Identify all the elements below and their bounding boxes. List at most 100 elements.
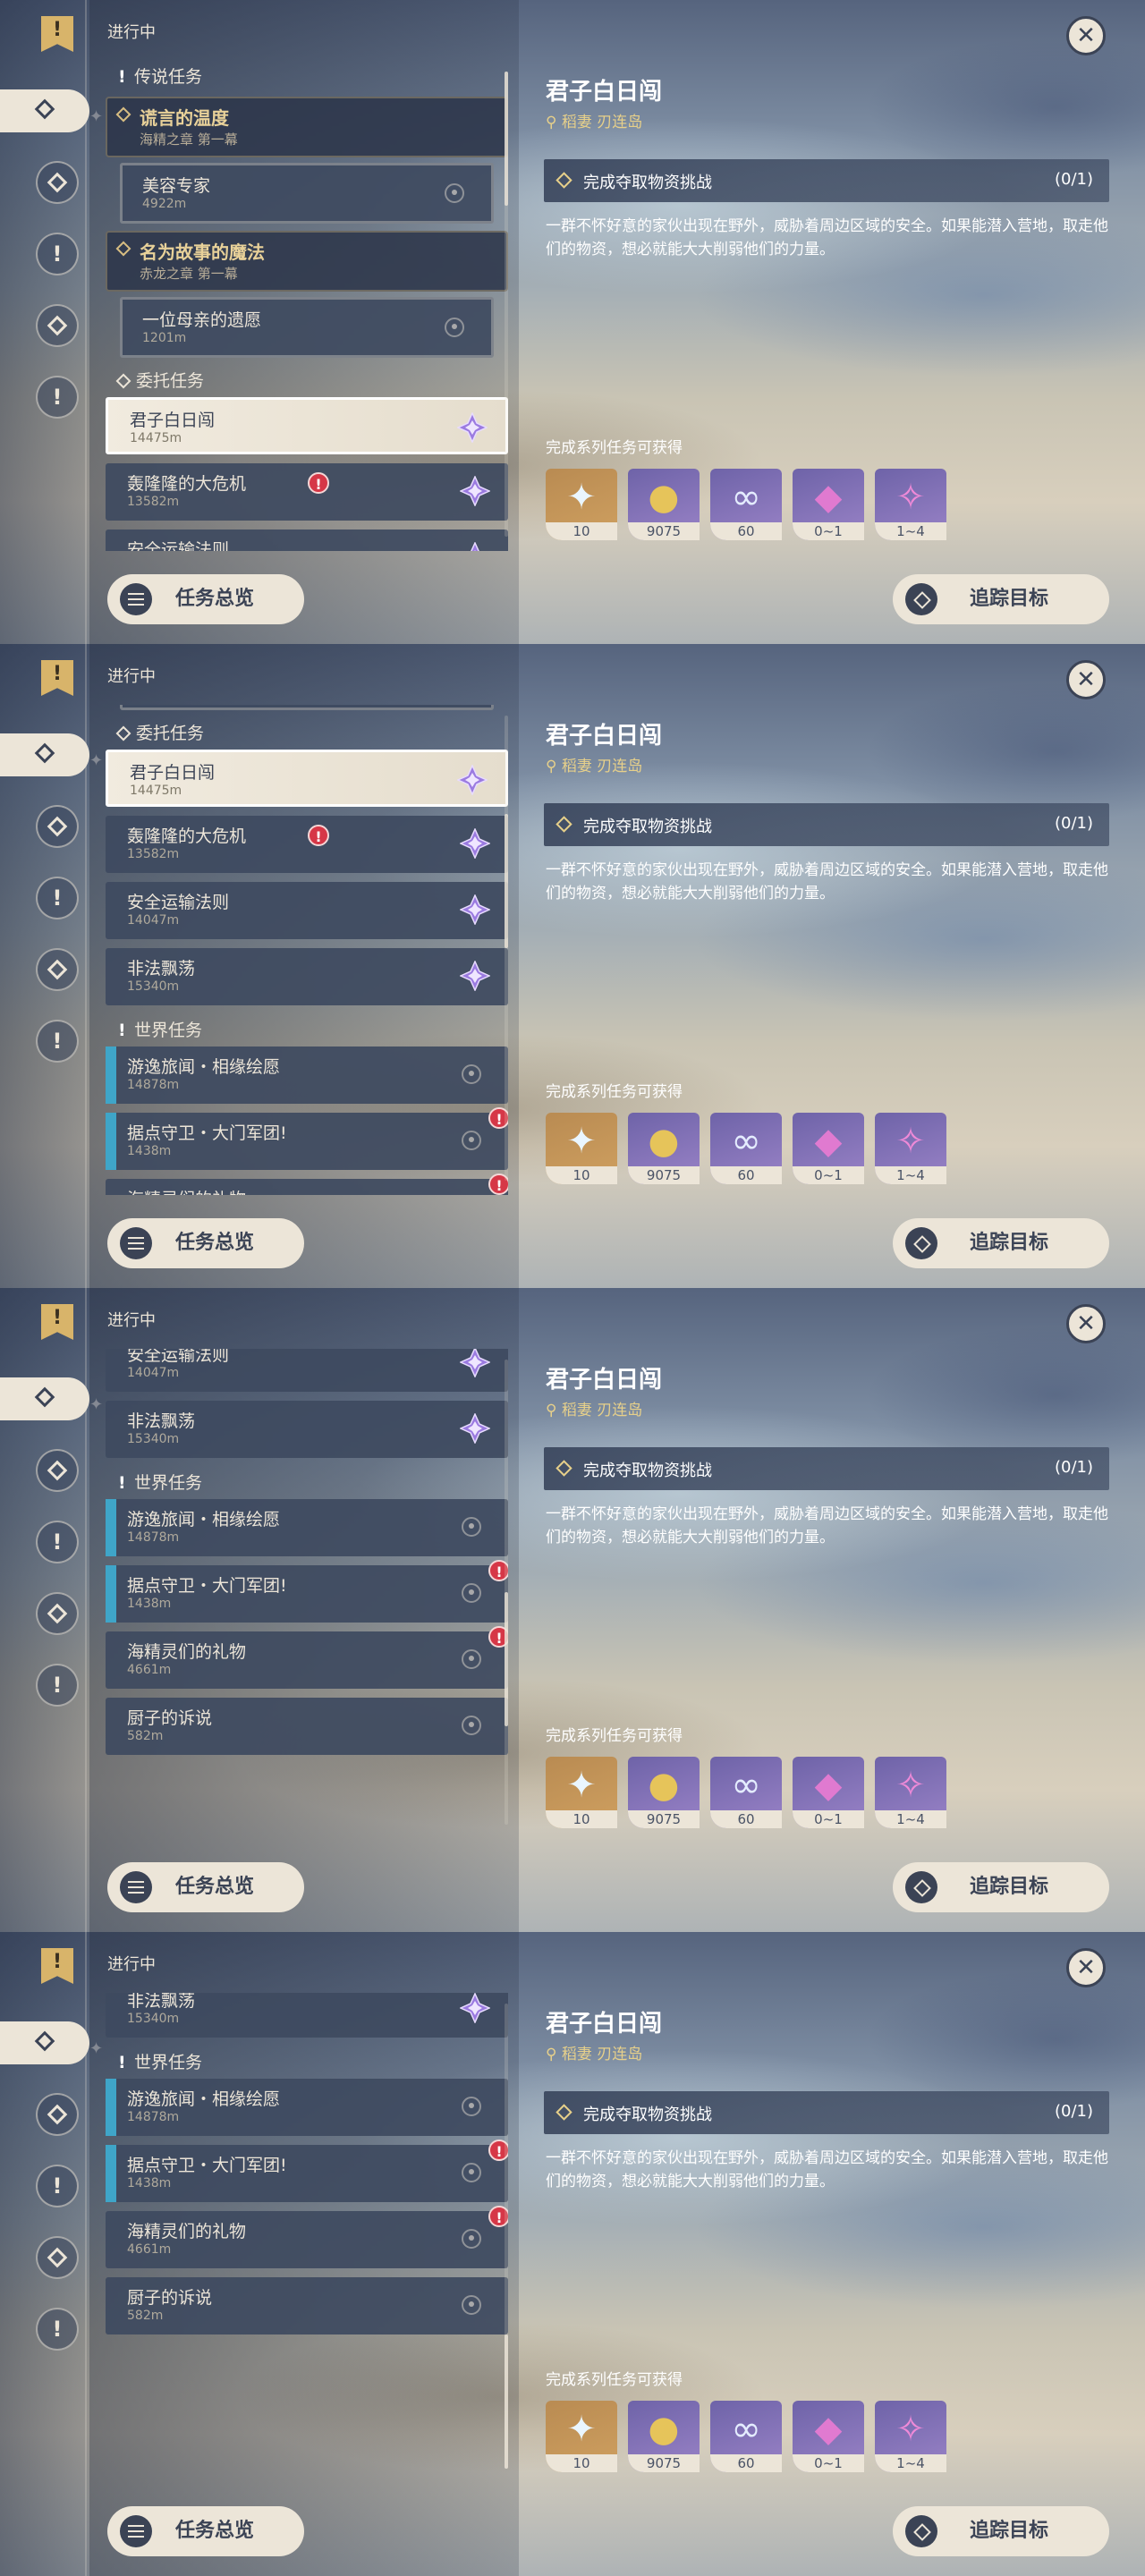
world-quest-item[interactable]: 据点守卫・大门军团! 1438m!: [106, 1107, 508, 1170]
world-quest-item[interactable]: 游逸旅闻・相缘绘愿 14878m: [106, 1499, 508, 1556]
quest-list[interactable]: !传说任务谎言的温度海精之章 第一幕美容专家4922m名为故事的魔法赤龙之章 第…: [106, 61, 508, 551]
track-pin-icon[interactable]: [462, 1064, 481, 1084]
all-quests-tab[interactable]: [0, 733, 89, 776]
track-target-button[interactable]: 追踪目标: [893, 1218, 1109, 1268]
quest-overview-button[interactable]: 任务总览: [107, 1218, 304, 1268]
track-pin-icon[interactable]: [462, 1583, 481, 1603]
world-quest-item[interactable]: 游逸旅闻・相缘绘愿 14878m: [106, 2079, 508, 2136]
quest-list[interactable]: !传说任务谎言的温度海精之章 第一幕美容专家4922m名为故事的魔法赤龙之章 第…: [106, 1349, 508, 1839]
commission-item[interactable]: 安全运输法则14047m: [106, 530, 508, 551]
commission-item[interactable]: 轰隆隆的大危机 13582m!: [106, 816, 508, 873]
commission-quests-tab[interactable]: [36, 304, 79, 347]
track-pin-icon[interactable]: [462, 2295, 481, 2315]
reward-item[interactable]: ● 9075: [628, 469, 700, 540]
all-quests-tab[interactable]: [0, 2021, 89, 2064]
all-quests-tab[interactable]: [0, 89, 89, 132]
world-quests-tab[interactable]: !: [36, 1664, 79, 1707]
story-quests-tab[interactable]: !: [36, 1521, 79, 1563]
reward-item[interactable]: ✦ 10: [546, 1757, 617, 1828]
reward-item[interactable]: ✧ 1~4: [875, 469, 946, 540]
world-quests-tab[interactable]: !: [36, 1020, 79, 1063]
archon-quests-tab[interactable]: [36, 161, 79, 204]
track-pin-icon[interactable]: [462, 1649, 481, 1669]
reward-item[interactable]: ◆ 0~1: [793, 1113, 864, 1184]
scrollbar-thumb[interactable]: [505, 2334, 508, 2469]
close-button[interactable]: ✕: [1066, 16, 1106, 55]
track-pin-icon[interactable]: [462, 1517, 481, 1537]
reward-item[interactable]: ✧ 1~4: [875, 1757, 946, 1828]
scrollbar-thumb[interactable]: [505, 72, 508, 206]
story-quests-tab[interactable]: !: [36, 2165, 79, 2207]
archon-quest-item[interactable]: 名为故事的魔法 赤龙之章 第一幕: [106, 231, 508, 292]
track-target-button[interactable]: 追踪目标: [893, 2506, 1109, 2556]
world-quest-item[interactable]: 游逸旅闻・相缘绘愿 14878m: [106, 1046, 508, 1104]
track-pin-icon[interactable]: [462, 2229, 481, 2249]
track-pin-icon[interactable]: [445, 183, 464, 203]
quest-overview-button[interactable]: 任务总览: [107, 2506, 304, 2556]
reward-item[interactable]: ● 9075: [628, 2401, 700, 2472]
commission-item[interactable]: 非法飘荡 15340m: [106, 1993, 508, 2038]
archon-quest-item[interactable]: 谎言的温度 海精之章 第一幕: [106, 97, 508, 157]
reward-item[interactable]: ∞ 60: [710, 1113, 782, 1184]
quest-list-scrollbar[interactable]: [505, 2004, 508, 2469]
commission-quests-tab[interactable]: [36, 2236, 79, 2279]
archon-quests-tab[interactable]: [36, 2093, 79, 2136]
commission-quests-tab[interactable]: [36, 948, 79, 991]
commission-item[interactable]: 安全运输法则14047m: [106, 1349, 508, 1392]
close-button[interactable]: ✕: [1066, 660, 1106, 699]
world-quest-item[interactable]: 厨子的诉说 582m: [106, 1698, 508, 1755]
world-quests-tab[interactable]: !: [36, 376, 79, 419]
reward-item[interactable]: ∞ 60: [710, 469, 782, 540]
story-quests-tab[interactable]: !: [36, 233, 79, 275]
quest-list[interactable]: !传说任务谎言的温度海精之章 第一幕美容专家4922m名为故事的魔法赤龙之章 第…: [106, 705, 508, 1195]
archon-quests-tab[interactable]: [36, 805, 79, 848]
commission-item[interactable]: 非法飘荡 15340m: [106, 1401, 508, 1458]
world-quest-item[interactable]: 据点守卫・大门军团! 1438m!: [106, 1560, 508, 1623]
archon-subquest-item[interactable]: 美容专家 4922m: [120, 163, 494, 224]
reward-item[interactable]: ● 9075: [628, 1757, 700, 1828]
quest-overview-button[interactable]: 任务总览: [107, 1862, 304, 1912]
track-pin-icon[interactable]: [462, 2097, 481, 2116]
commission-item[interactable]: 君子白日闯 14475m: [106, 397, 508, 454]
commission-item[interactable]: 非法飘荡 15340m: [106, 948, 508, 1005]
reward-item[interactable]: ✧ 1~4: [875, 2401, 946, 2472]
close-button[interactable]: ✕: [1066, 1948, 1106, 1987]
reward-item[interactable]: ∞ 60: [710, 1757, 782, 1828]
world-quest-item[interactable]: 海精灵们的礼物4661m!: [106, 1174, 508, 1195]
quest-list-scrollbar[interactable]: [505, 72, 508, 537]
quest-list-scrollbar[interactable]: [505, 1360, 508, 1825]
quest-overview-button[interactable]: 任务总览: [107, 574, 304, 624]
archon-subquest-item[interactable]: 一位母亲的遗愿1201m: [120, 705, 494, 710]
world-quest-item[interactable]: 厨子的诉说 582m: [106, 2277, 508, 2334]
archon-subquest-item[interactable]: 一位母亲的遗愿1201m: [120, 297, 494, 358]
reward-item[interactable]: ∞ 60: [710, 2401, 782, 2472]
reward-item[interactable]: ✦ 10: [546, 2401, 617, 2472]
world-quest-item[interactable]: 海精灵们的礼物4661m!: [106, 2206, 508, 2268]
reward-item[interactable]: ● 9075: [628, 1113, 700, 1184]
archon-quests-tab[interactable]: [36, 1449, 79, 1492]
track-pin-icon[interactable]: [462, 1716, 481, 1735]
commission-quests-tab[interactable]: [36, 1592, 79, 1635]
reward-item[interactable]: ◆ 0~1: [793, 2401, 864, 2472]
reward-item[interactable]: ◆ 0~1: [793, 469, 864, 540]
scrollbar-thumb[interactable]: [505, 814, 508, 948]
commission-item[interactable]: 轰隆隆的大危机 13582m!: [106, 463, 508, 521]
track-pin-icon[interactable]: [445, 318, 464, 337]
scrollbar-thumb[interactable]: [505, 1592, 508, 1726]
reward-item[interactable]: ✦ 10: [546, 469, 617, 540]
track-pin-icon[interactable]: [462, 2163, 481, 2182]
reward-item[interactable]: ◆ 0~1: [793, 1757, 864, 1828]
world-quest-item[interactable]: 海精灵们的礼物4661m!: [106, 1626, 508, 1689]
track-target-button[interactable]: 追踪目标: [893, 1862, 1109, 1912]
quest-list[interactable]: !传说任务谎言的温度海精之章 第一幕美容专家4922m名为故事的魔法赤龙之章 第…: [106, 1993, 508, 2483]
commission-item[interactable]: 君子白日闯 14475m: [106, 750, 508, 807]
world-quests-tab[interactable]: !: [36, 2308, 79, 2351]
story-quests-tab[interactable]: !: [36, 877, 79, 919]
world-quest-item[interactable]: 据点守卫・大门军团! 1438m!: [106, 2140, 508, 2202]
quest-list-scrollbar[interactable]: [505, 716, 508, 1181]
reward-item[interactable]: ✧ 1~4: [875, 1113, 946, 1184]
all-quests-tab[interactable]: [0, 1377, 89, 1420]
commission-item[interactable]: 安全运输法则14047m: [106, 882, 508, 939]
reward-item[interactable]: ✦ 10: [546, 1113, 617, 1184]
close-button[interactable]: ✕: [1066, 1304, 1106, 1343]
